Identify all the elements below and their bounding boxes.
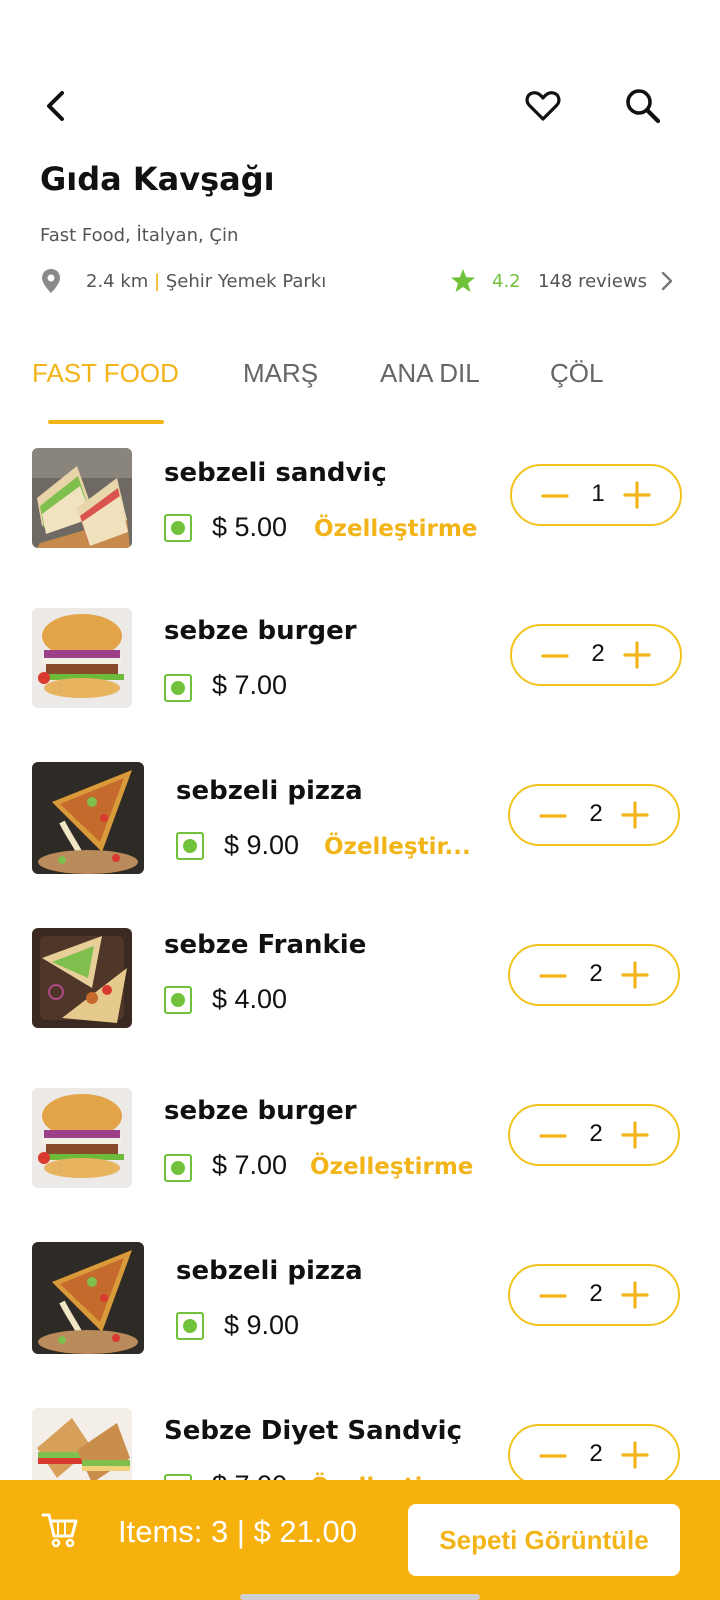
- veg-indicator-icon: [176, 1312, 204, 1340]
- minus-icon[interactable]: [538, 964, 568, 988]
- menu-item: sebze burger $ 7.00 Özelleştirme 2: [0, 1088, 720, 1208]
- cart-icon: [41, 1513, 78, 1548]
- item-name: Sebze Diyet Sandviç: [164, 1416, 463, 1446]
- favorite-button[interactable]: [522, 86, 564, 126]
- menu-item: sebzeli pizza $ 9.00 Özelleştir... 2: [0, 762, 720, 882]
- customize-link[interactable]: Özelleştir...: [324, 834, 471, 860]
- quantity-value: 1: [591, 480, 605, 507]
- menu-item: sebze Frankie $ 4.00 2: [0, 928, 720, 1048]
- view-cart-button[interactable]: Sepeti Görüntüle: [408, 1504, 680, 1576]
- separator: |: [154, 271, 161, 292]
- chevron-right-icon[interactable]: [660, 270, 674, 292]
- quantity-value: 2: [591, 640, 605, 667]
- location-name: Şehir Yemek Parkı: [165, 271, 327, 292]
- plus-icon[interactable]: [622, 480, 652, 510]
- item-price: $ 7.00: [212, 670, 288, 700]
- plus-icon[interactable]: [620, 800, 650, 830]
- minus-icon[interactable]: [538, 804, 568, 828]
- item-price: $ 5.00: [212, 512, 288, 542]
- item-name: sebze burger: [164, 616, 357, 646]
- search-button[interactable]: [620, 84, 666, 128]
- search-icon: [626, 89, 661, 124]
- menu-item: sebzeli sandviç $ 5.00 Özelleştirme 1: [0, 448, 720, 568]
- tab-col[interactable]: ÇÖL: [550, 358, 603, 389]
- quantity-stepper: 1: [510, 464, 682, 526]
- menu-item: sebzeli pizza $ 9.00 2: [0, 1242, 720, 1362]
- plus-icon[interactable]: [620, 960, 650, 990]
- cart-summary: Items: 3 | $ 21.00: [118, 1514, 357, 1549]
- quantity-stepper: 2: [508, 944, 680, 1006]
- heart-icon: [525, 91, 561, 121]
- plus-icon[interactable]: [622, 640, 652, 670]
- tab-mars[interactable]: MARŞ: [243, 358, 318, 389]
- item-price: $ 7.00: [212, 1150, 288, 1180]
- home-indicator[interactable]: [240, 1594, 480, 1600]
- quantity-stepper: 2: [510, 624, 682, 686]
- chevron-left-icon: [47, 91, 64, 121]
- food-image-pizza: [32, 1242, 144, 1354]
- item-price: $ 9.00: [224, 1310, 300, 1340]
- customize-link[interactable]: Özelleştirme: [314, 516, 477, 542]
- item-name: sebzeli pizza: [176, 1256, 363, 1286]
- item-price: $ 4.00: [212, 984, 288, 1014]
- minus-icon[interactable]: [540, 644, 570, 668]
- item-name: sebze burger: [164, 1096, 357, 1126]
- customize-link[interactable]: Özelleştirme: [310, 1154, 473, 1180]
- minus-icon[interactable]: [538, 1284, 568, 1308]
- restaurant-name: Gıda Kavşağı: [40, 160, 275, 198]
- veg-indicator-icon: [164, 1154, 192, 1182]
- tab-fast-food[interactable]: FAST FOOD: [32, 358, 179, 389]
- active-tab-indicator: [48, 420, 164, 424]
- quantity-value: 2: [589, 1120, 603, 1147]
- quantity-stepper: 2: [508, 1264, 680, 1326]
- item-name: sebze Frankie: [164, 930, 367, 960]
- food-image-frankie: [32, 928, 132, 1028]
- restaurant-meta-row: 2.4 km | Şehir Yemek Parkı 4.2 148 revie…: [40, 268, 680, 296]
- distance: 2.4 km: [86, 271, 149, 292]
- veg-indicator-icon: [164, 674, 192, 702]
- plus-icon[interactable]: [620, 1280, 650, 1310]
- veg-indicator-icon: [164, 986, 192, 1014]
- item-name: sebzeli sandviç: [164, 458, 387, 488]
- quantity-value: 2: [589, 960, 603, 987]
- item-price: $ 9.00: [224, 830, 300, 860]
- quantity-value: 2: [589, 1440, 603, 1467]
- reviews-link[interactable]: 148 reviews: [538, 271, 647, 292]
- minus-icon[interactable]: [540, 484, 570, 508]
- restaurant-cuisines: Fast Food, İtalyan, Çin: [40, 225, 239, 246]
- food-image-burger: [32, 1088, 132, 1188]
- plus-icon[interactable]: [620, 1120, 650, 1150]
- quantity-value: 2: [589, 1280, 603, 1307]
- location-pin-icon: [42, 269, 60, 293]
- quantity-stepper: 2: [508, 1424, 680, 1486]
- veg-indicator-icon: [176, 832, 204, 860]
- food-image-sandwich: [32, 448, 132, 548]
- food-image-pizza: [32, 762, 144, 874]
- location-text: 2.4 km | Şehir Yemek Parkı: [86, 271, 326, 292]
- quantity-stepper: 2: [508, 784, 680, 846]
- star-icon: [451, 269, 475, 292]
- menu-item: sebze burger $ 7.00 2: [0, 608, 720, 728]
- plus-icon[interactable]: [620, 1440, 650, 1470]
- minus-icon[interactable]: [538, 1124, 568, 1148]
- quantity-value: 2: [589, 800, 603, 827]
- cart-bar: Items: 3 | $ 21.00 Sepeti Görüntüle: [0, 1480, 720, 1600]
- veg-indicator-icon: [164, 514, 192, 542]
- item-name: sebzeli pizza: [176, 776, 363, 806]
- rating-value: 4.2: [492, 271, 521, 292]
- food-image-burger: [32, 608, 132, 708]
- tab-ana-dil[interactable]: ANA DIL: [380, 358, 480, 389]
- quantity-stepper: 2: [508, 1104, 680, 1166]
- back-button[interactable]: [36, 86, 76, 126]
- minus-icon[interactable]: [538, 1444, 568, 1468]
